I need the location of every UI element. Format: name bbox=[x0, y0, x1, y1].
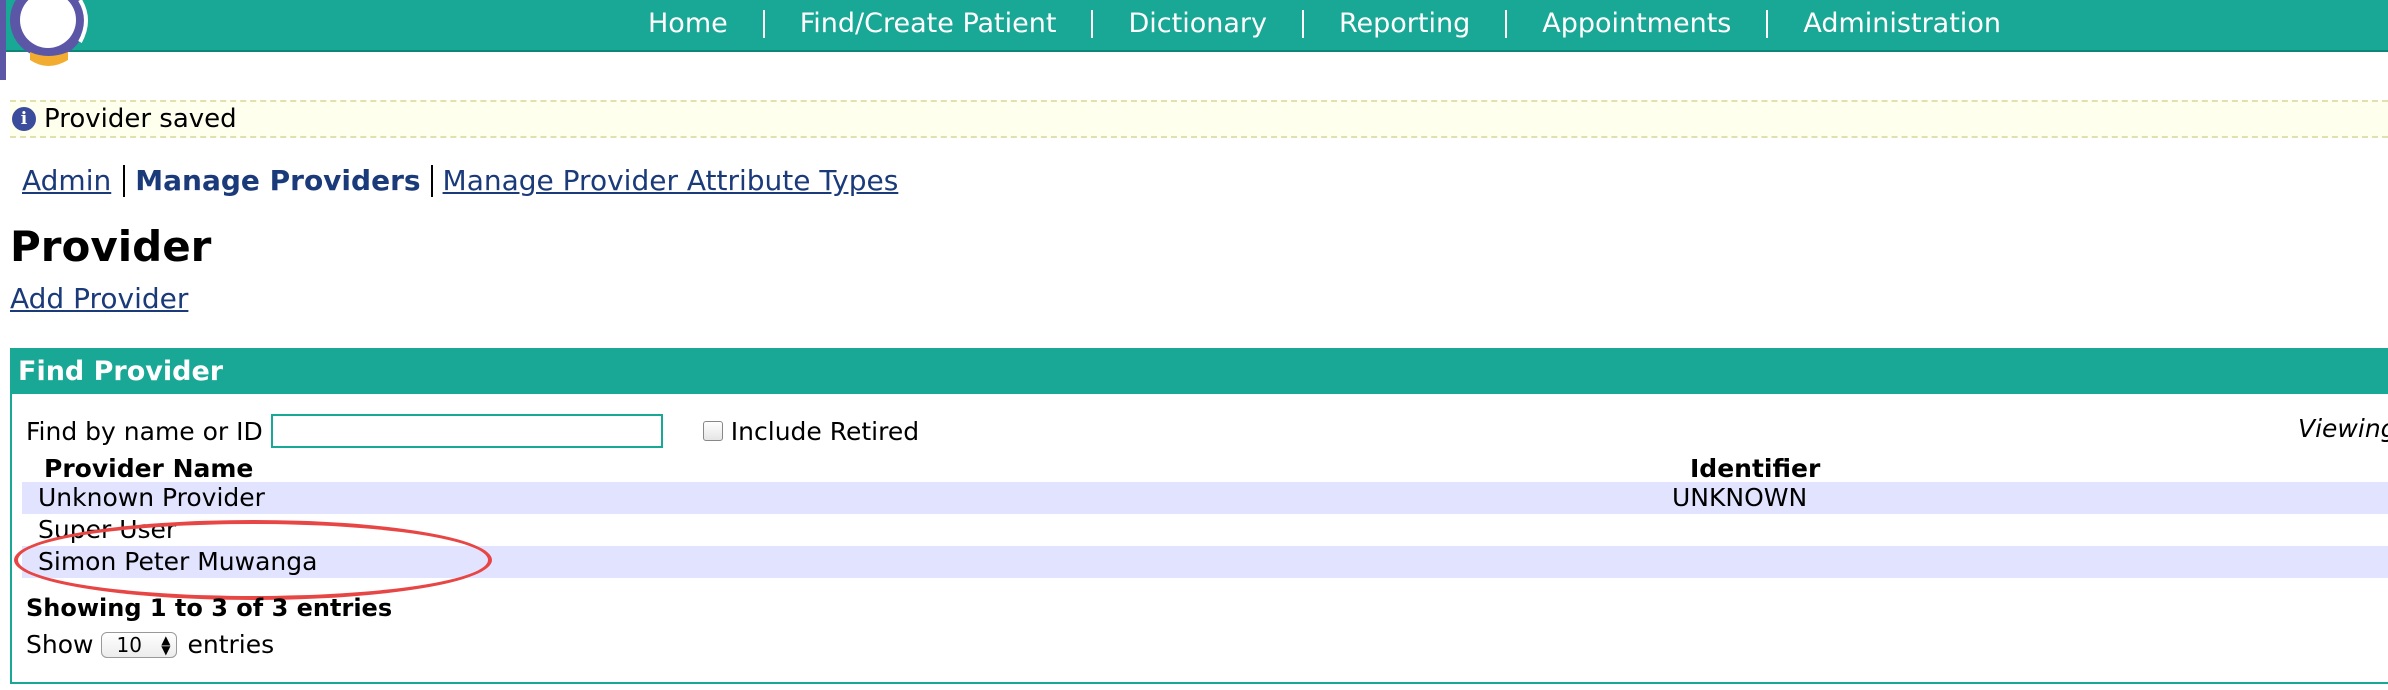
info-icon: i bbox=[12, 107, 36, 131]
nav-dictionary[interactable]: Dictionary bbox=[1093, 10, 1304, 38]
nav-find-create-patient[interactable]: Find/Create Patient bbox=[765, 10, 1094, 38]
provider-name-cell: Simon Peter Muwanga bbox=[38, 547, 318, 576]
page-size-value: 10 bbox=[116, 632, 142, 657]
nav-home[interactable]: Home bbox=[640, 10, 765, 38]
breadcrumb-separator bbox=[123, 164, 126, 197]
table-row[interactable]: Super User bbox=[22, 514, 2388, 546]
show-label: Show bbox=[26, 630, 94, 659]
page-length-control: Show 10 ▲ ▼ entries bbox=[26, 630, 274, 659]
admin-breadcrumb: Admin Manage Providers Manage Provider A… bbox=[20, 164, 900, 197]
viewing-label: Viewing bbox=[2298, 414, 2388, 443]
nav-appointments[interactable]: Appointments bbox=[1507, 10, 1769, 38]
provider-name-cell: Super User bbox=[38, 515, 177, 544]
find-provider-panel: Find Provider Find by name or ID Include… bbox=[10, 348, 2388, 684]
info-message: i Provider saved bbox=[10, 100, 2388, 138]
provider-table: Unknown Provider UNKNOWN Super User Simo… bbox=[22, 482, 2388, 578]
entries-label: entries bbox=[187, 630, 275, 659]
showing-entries-info: Showing 1 to 3 of 3 entries bbox=[26, 594, 393, 622]
search-input[interactable] bbox=[270, 414, 663, 448]
find-provider-header: Find Provider bbox=[12, 350, 2388, 394]
info-message-text: Provider saved bbox=[44, 104, 237, 134]
add-provider-link[interactable]: Add Provider bbox=[10, 282, 188, 315]
include-retired-checkbox[interactable] bbox=[702, 421, 723, 441]
main-menu: Home Find/Create Patient Dictionary Repo… bbox=[640, 0, 2036, 48]
table-header: Provider Name Identifier bbox=[34, 454, 2388, 483]
manage-providers-current: Manage Providers bbox=[135, 164, 421, 197]
column-header-identifier[interactable]: Identifier bbox=[1690, 454, 1820, 483]
provider-name-cell: Unknown Provider bbox=[38, 483, 265, 512]
admin-link[interactable]: Admin bbox=[20, 164, 113, 197]
breadcrumb-separator bbox=[430, 164, 433, 197]
search-row: Find by name or ID Include Retired bbox=[26, 414, 919, 448]
openmrs-logo[interactable] bbox=[0, 0, 110, 80]
manage-attribute-types-link[interactable]: Manage Provider Attribute Types bbox=[441, 164, 901, 197]
nav-administration[interactable]: Administration bbox=[1768, 10, 2036, 38]
top-nav-bar: Home Find/Create Patient Dictionary Repo… bbox=[0, 0, 2388, 80]
table-row[interactable]: Simon Peter Muwanga bbox=[22, 546, 2388, 578]
include-retired-label: Include Retired bbox=[730, 416, 920, 446]
search-label: Find by name or ID bbox=[26, 416, 263, 446]
table-row[interactable]: Unknown Provider UNKNOWN bbox=[22, 482, 2388, 514]
nav-reporting[interactable]: Reporting bbox=[1304, 10, 1508, 38]
column-header-provider-name[interactable]: Provider Name bbox=[44, 454, 253, 483]
page-title: Provider bbox=[10, 222, 212, 271]
page-size-select[interactable]: 10 ▲ ▼ bbox=[101, 631, 178, 658]
identifier-cell: UNKNOWN bbox=[1672, 483, 1808, 512]
select-arrows-icon: ▲ ▼ bbox=[161, 632, 171, 657]
